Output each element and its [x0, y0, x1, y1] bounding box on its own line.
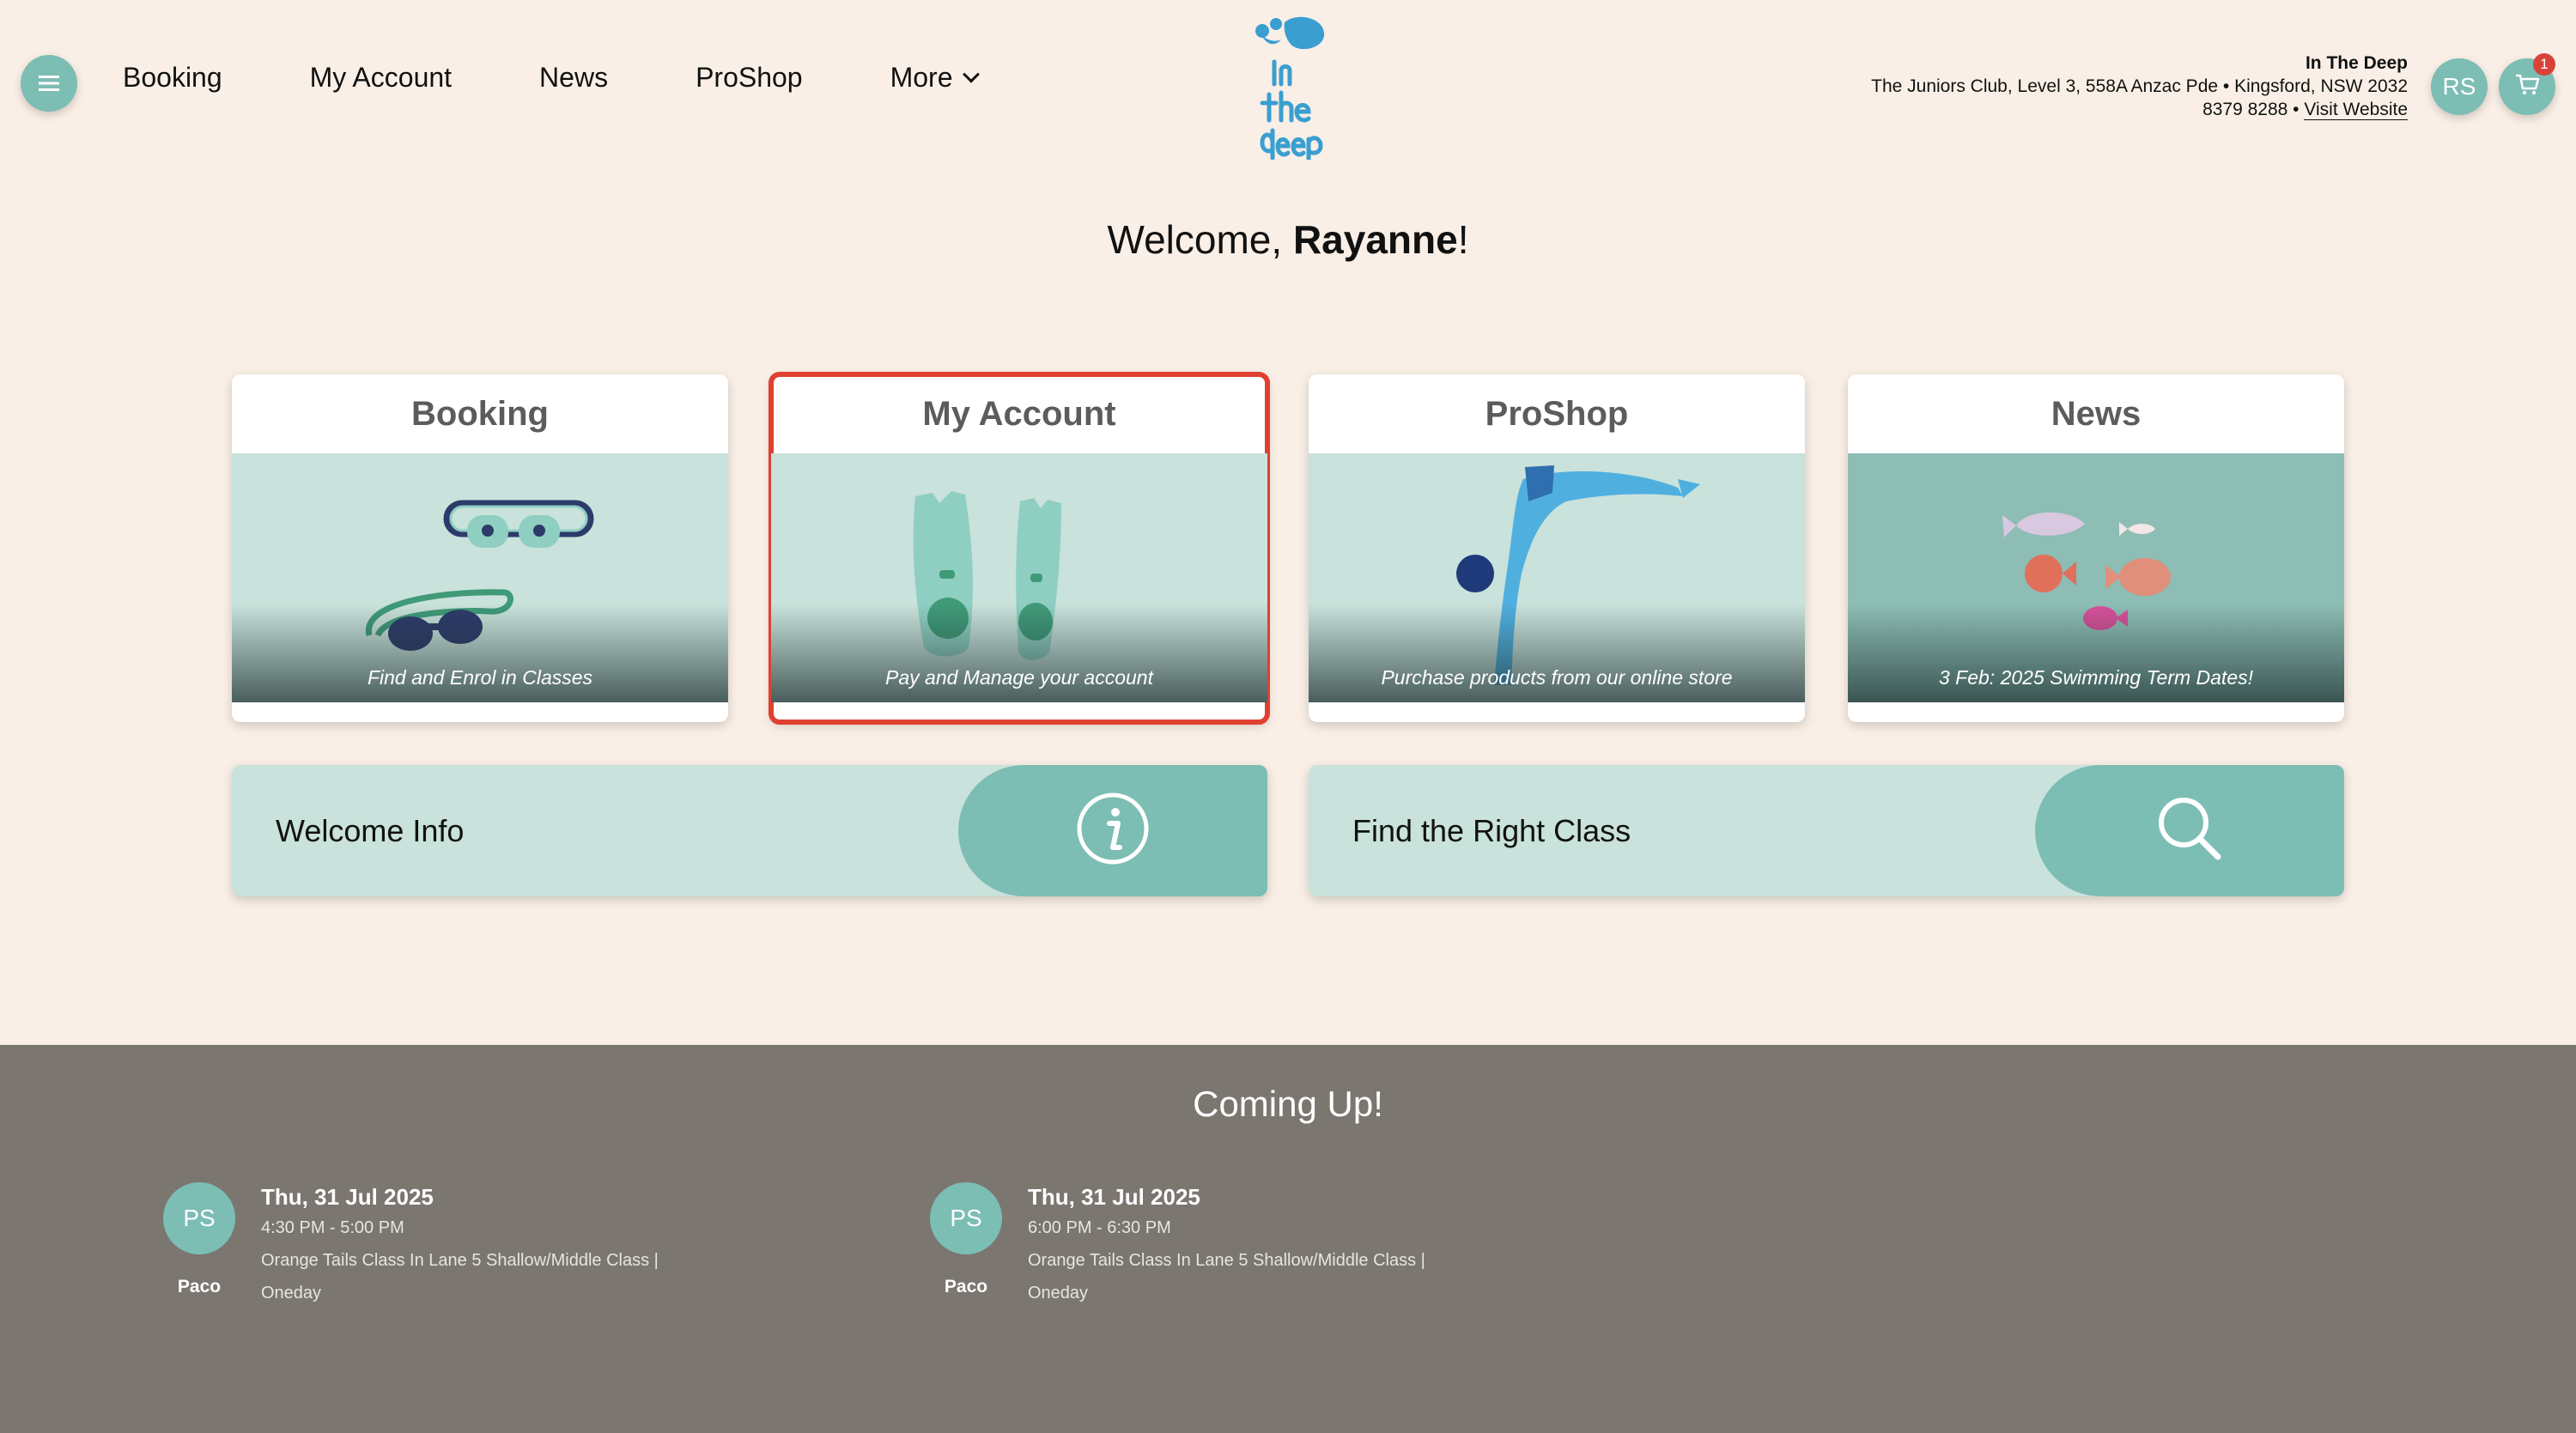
user-avatar-button[interactable]: RS	[2431, 58, 2488, 115]
welcome-prefix: Welcome,	[1107, 217, 1293, 262]
fish-illustration	[1848, 453, 2344, 702]
welcome-heading: Welcome, Rayanne!	[0, 216, 2576, 263]
event-time: 4:30 PM - 5:00 PM	[261, 1218, 404, 1237]
info-icon	[1075, 791, 1151, 871]
welcome-info-label: Welcome Info	[276, 812, 465, 848]
hamburger-menu-button[interactable]	[21, 55, 77, 112]
event-date: Thu, 31 Jul 2025	[1028, 1184, 1200, 1210]
welcome-info-button[interactable]: Welcome Info	[232, 765, 1267, 896]
chevron-down-icon	[962, 65, 980, 83]
event-description: Orange Tails Class In Lane 5 Shallow/Mid…	[261, 1251, 659, 1302]
my-account-card[interactable]: My Account Pay and Manage your account	[769, 372, 1270, 725]
news-card[interactable]: News 3 Feb: 2025 Swimming Term Dates!	[1848, 374, 2344, 722]
student-name: Paco	[944, 1277, 988, 1296]
student-avatar: PS	[930, 1182, 1002, 1254]
diver-illustration	[1309, 453, 1805, 702]
booking-card[interactable]: Booking Find and Enrol in Classes	[232, 374, 728, 722]
welcome-suffix: !	[1457, 217, 1469, 262]
nav-more[interactable]: More	[890, 62, 980, 94]
student-name: Paco	[177, 1277, 222, 1296]
visit-website-link[interactable]: Visit Website	[2304, 100, 2408, 120]
nav-booking[interactable]: Booking	[123, 62, 222, 94]
proshop-card[interactable]: ProShop Purchase products from our onlin…	[1309, 374, 1805, 722]
top-header: Booking My Account News ProShop More In …	[0, 0, 2576, 172]
nav-proshop[interactable]: ProShop	[696, 62, 803, 94]
nav-news[interactable]: News	[539, 62, 608, 94]
card-caption: Find and Enrol in Classes	[367, 666, 593, 689]
find-right-class-button[interactable]: Find the Right Class	[1309, 765, 2344, 896]
card-caption: Pay and Manage your account	[885, 666, 1153, 689]
card-title: ProShop	[1485, 394, 1629, 433]
business-address: The Juniors Club, Level 3, 558A Anzac Pd…	[1871, 76, 2408, 96]
find-right-class-label: Find the Right Class	[1352, 812, 1631, 848]
card-caption: Purchase products from our online store	[1381, 666, 1733, 689]
user-initials: RS	[2442, 73, 2476, 100]
event-date: Thu, 31 Jul 2025	[261, 1184, 434, 1210]
nav-more-label: More	[890, 62, 953, 93]
event-time: 6:00 PM - 6:30 PM	[1028, 1218, 1171, 1237]
welcome-user-name: Rayanne	[1292, 217, 1458, 262]
search-icon	[2154, 793, 2225, 868]
find-class-icon-panel	[2035, 765, 2344, 896]
business-phone: 8379 8288 •	[2202, 100, 2300, 119]
coming-up-section: Coming Up! PS Paco Thu, 31 Jul 2025 4:30…	[0, 1045, 2576, 1433]
goggles-illustration	[232, 453, 728, 702]
main-nav: Booking My Account News ProShop More	[123, 62, 1065, 94]
card-title: Booking	[411, 394, 549, 433]
coming-up-title: Coming Up!	[1193, 1084, 1383, 1124]
business-info: In The Deep The Juniors Club, Level 3, 5…	[1871, 52, 2408, 121]
welcome-info-icon-panel	[958, 765, 1267, 896]
nav-my-account[interactable]: My Account	[310, 62, 452, 94]
student-avatar: PS	[163, 1182, 235, 1254]
hamburger-icon	[39, 67, 59, 100]
event-description: Orange Tails Class In Lane 5 Shallow/Mid…	[1028, 1251, 1425, 1302]
card-title: My Account	[922, 394, 1116, 433]
cart-count-badge: 1	[2533, 53, 2555, 76]
card-caption: 3 Feb: 2025 Swimming Term Dates!	[1938, 666, 2254, 689]
business-name: In The Deep	[2305, 53, 2408, 73]
flippers-illustration	[771, 453, 1267, 702]
cart-icon	[2514, 73, 2540, 101]
card-title: News	[2050, 394, 2142, 433]
in-the-deep-logo[interactable]	[1243, 14, 1338, 162]
